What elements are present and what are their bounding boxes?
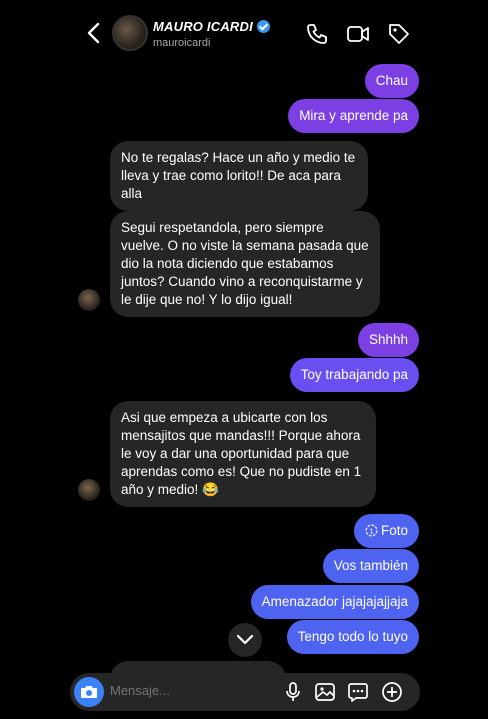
camera-icon [81,686,97,698]
message-text: Asi que empeza a ubicarte con los mensaj… [121,410,362,497]
message-bubble-incoming[interactable]: Segui respetandola, pero siempre vuelve.… [110,211,380,317]
plus-icon[interactable] [381,681,403,703]
camera-button[interactable] [74,677,104,707]
message-text: Mira y aprende pa [299,108,408,123]
message-bubble-incoming[interactable]: Asi que empeza a ubicarte con los mensaj… [110,401,376,507]
phone-icon[interactable] [305,22,329,46]
contact-name[interactable]: MAURO ICARDI [153,19,270,34]
sticker-icon[interactable] [347,681,369,703]
back-icon[interactable] [84,20,104,46]
message-bubble-incoming[interactable]: No te regalas? Hace un año y medio te ll… [110,141,368,211]
message-bubble-outgoing[interactable]: Mira y aprende pa [288,99,419,133]
message-composer [70,673,420,711]
microphone-icon[interactable] [282,681,304,703]
message-bubble-outgoing[interactable]: Vos también [322,549,419,583]
message-text: Chau [375,73,408,88]
verified-badge-icon [256,20,270,33]
message-text: Toy trabajando pa [300,367,408,382]
message-bubble-outgoing[interactable]: Amenazador jajajajajjaja [250,585,419,619]
tag-icon[interactable] [387,22,411,46]
message-text: Shhhh [368,332,408,347]
message-text: Amenazador jajajajajjaja [261,594,408,609]
chevron-down-icon [236,634,254,645]
message-text: Tengo todo lo tuyo [297,629,408,644]
scroll-to-bottom-button[interactable] [228,623,262,657]
avatar[interactable] [78,479,100,501]
view-once-icon: 1 [365,524,378,537]
message-text: Foto [380,523,408,538]
svg-text:1: 1 [369,526,373,535]
photo-message-bubble[interactable]: 1 Foto [353,514,419,548]
avatar[interactable] [112,15,148,51]
message-bubble-outgoing[interactable]: Chau [364,64,419,98]
message-input[interactable] [110,683,260,698]
message-text: Segui respetandola, pero siempre vuelve.… [121,220,369,307]
video-icon[interactable] [346,22,370,46]
contact-name-text: MAURO ICARDI [153,19,253,34]
message-bubble-outgoing[interactable]: Toy trabajando pa [289,358,419,392]
message-text: No te regalas? Hace un año y medio te ll… [121,150,356,201]
message-bubble-outgoing[interactable]: Tengo todo lo tuyo [286,620,419,654]
message-bubble-outgoing[interactable]: Shhhh [357,323,419,357]
chat-header: MAURO ICARDI mauroicardi [0,0,488,62]
avatar[interactable] [78,289,100,311]
gallery-icon[interactable] [314,681,336,703]
contact-handle: mauroicardi [153,37,211,49]
message-text: Vos también [333,558,408,573]
